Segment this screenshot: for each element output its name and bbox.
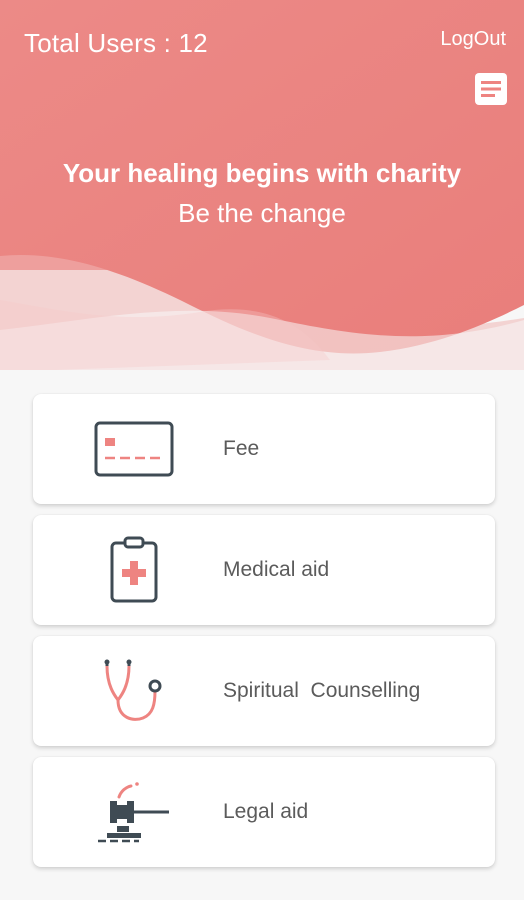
logout-button[interactable]: LogOut xyxy=(440,28,506,51)
medical-clipboard-icon xyxy=(93,535,175,605)
service-label-spiritual-counselling: Spiritual Counselling xyxy=(223,679,421,702)
document-list-icon[interactable] xyxy=(474,72,508,106)
service-card-legal-aid[interactable]: Legal aid xyxy=(33,757,495,867)
hero-subline: Be the change xyxy=(178,198,346,228)
gavel-icon xyxy=(93,777,175,847)
stethoscope-icon xyxy=(93,656,175,726)
service-label-medical-aid: Medical aid xyxy=(223,558,330,581)
service-list: Fee Medical aid Spiritual Counselling Le… xyxy=(33,394,495,878)
service-label-fee: Fee xyxy=(223,437,260,460)
service-card-spiritual-counselling[interactable]: Spiritual Counselling xyxy=(33,636,495,746)
service-card-fee[interactable]: Fee xyxy=(33,394,495,504)
credit-card-icon xyxy=(93,414,175,484)
hero-tagline: Your healing begins with charity xyxy=(62,158,462,188)
service-label-legal-aid: Legal aid xyxy=(223,800,309,823)
service-card-medical-aid[interactable]: Medical aid xyxy=(33,515,495,625)
hero-banner: Total Users : 12 LogOut Your healing beg… xyxy=(0,0,524,370)
total-users-count: Total Users : 12 xyxy=(24,28,208,58)
